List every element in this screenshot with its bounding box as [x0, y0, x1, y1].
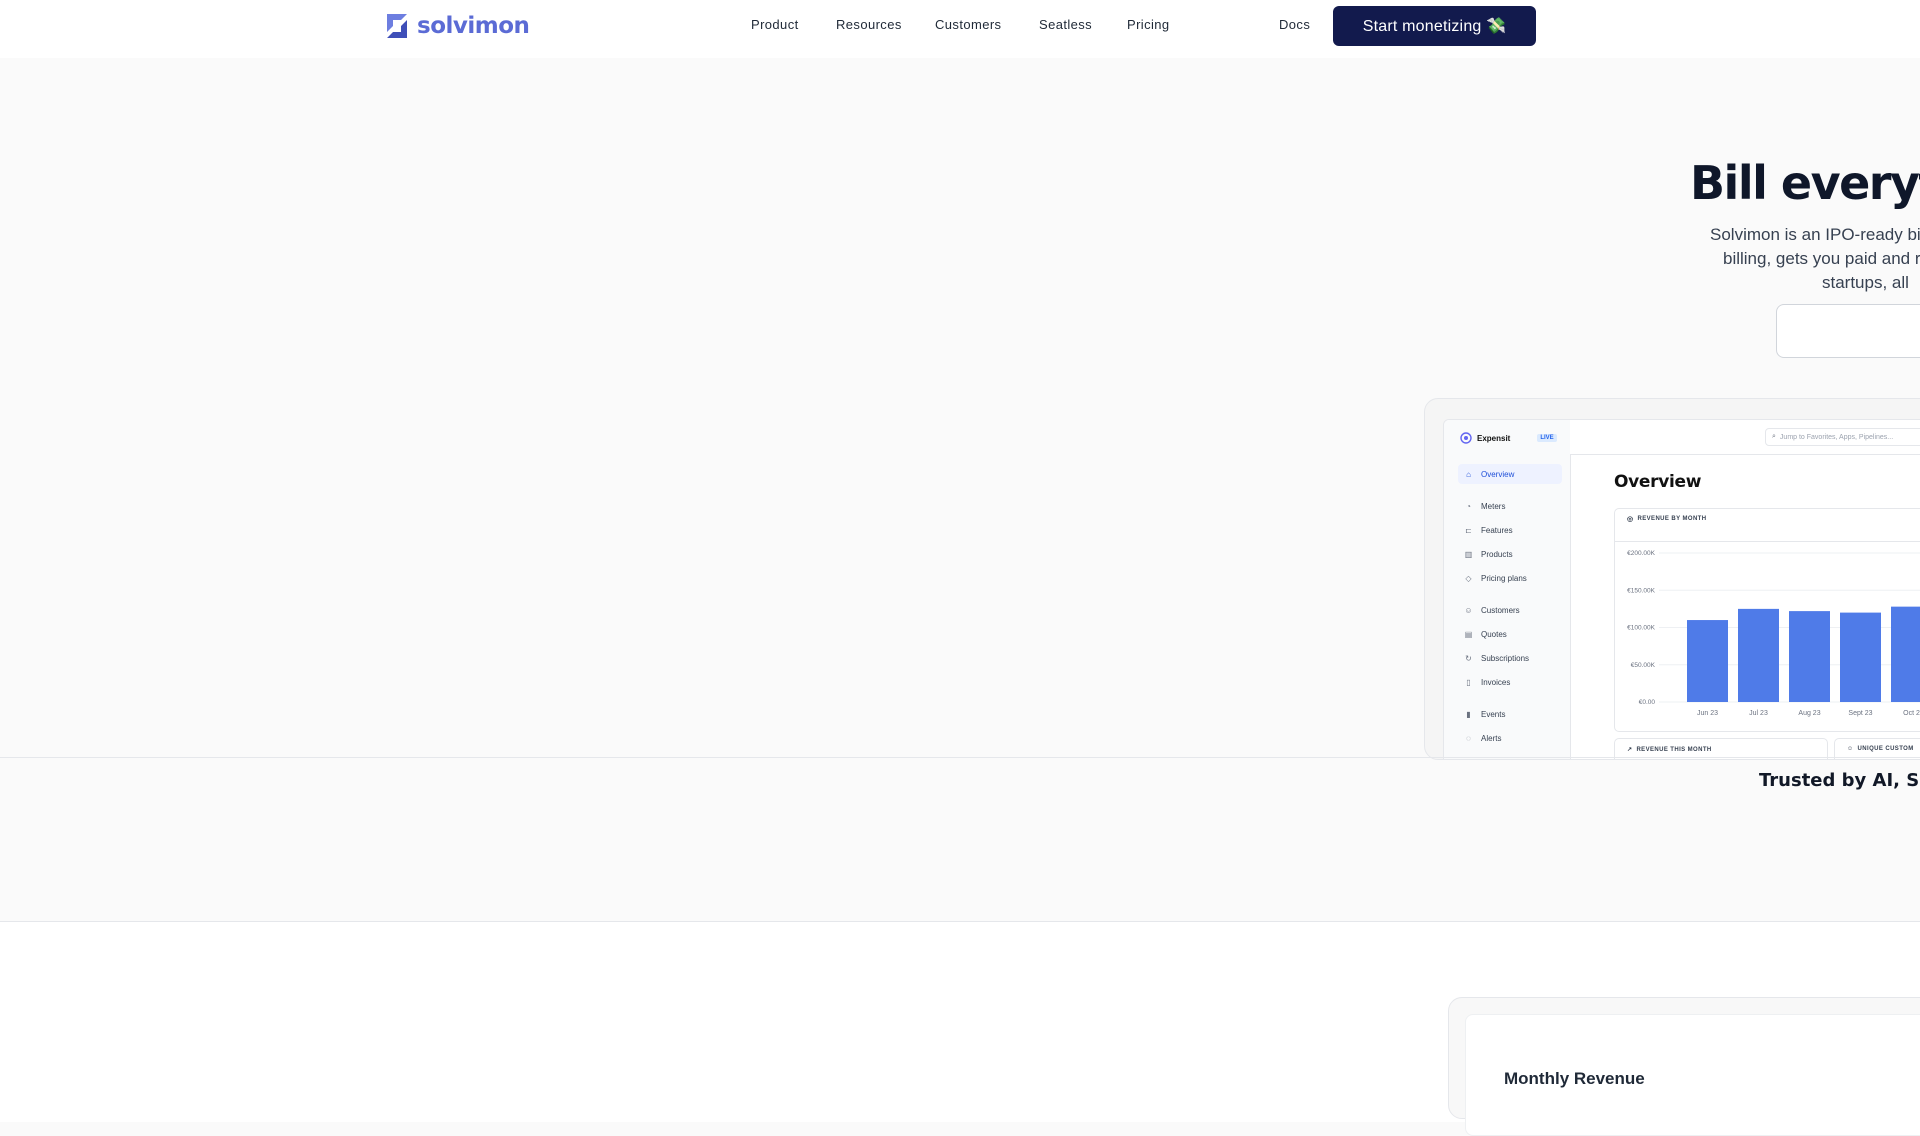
sidebar-item-label: Features: [1481, 525, 1513, 535]
sidebar-item-meters[interactable]: ◔ Meters: [1458, 496, 1562, 516]
start-monetizing-button[interactable]: Start monetizing 💸: [1333, 6, 1536, 46]
sidebar-item-label: Subscriptions: [1481, 653, 1530, 663]
hero-subtitle-line-3: startups, all: [1822, 273, 1909, 292]
sidebar-item-quotes[interactable]: ▤ Quotes: [1458, 624, 1562, 644]
tag-icon: ◇: [1465, 573, 1472, 583]
top-navigation: solvimon Product Resources Customers Sea…: [0, 0, 1920, 58]
bar-oct-2[interactable]: [1891, 606, 1920, 702]
gauge-icon: ◔: [1466, 501, 1471, 511]
app-search-input[interactable]: ⌕ Jump to Favorites, Apps, Pipelines...: [1765, 428, 1920, 446]
bar-sept-23[interactable]: [1840, 612, 1881, 702]
section-divider: [0, 757, 1920, 758]
mini-card-header: ☺ UNIQUE CUSTOM: [1847, 746, 1914, 752]
bar-chart-icon: ▮: [1466, 709, 1471, 719]
nav-link-docs[interactable]: Docs: [1279, 17, 1310, 32]
sidebar-item-features[interactable]: ⊏ Features: [1458, 520, 1562, 540]
sidebar-item-label: Products: [1481, 549, 1513, 559]
live-badge: LIVE: [1537, 434, 1557, 442]
barcode-icon: ▥: [1464, 549, 1473, 559]
x-tick-label: Jul 23: [1749, 710, 1768, 717]
monthly-revenue-panel: Monthly Revenue: [1465, 1014, 1920, 1136]
sidebar-item-products[interactable]: ▥ Products: [1458, 544, 1562, 564]
nav-link-pricing[interactable]: Pricing: [1127, 17, 1170, 32]
bar-aug-23[interactable]: [1789, 611, 1830, 702]
sidebar-item-alerts[interactable]: ◌ Alerts: [1458, 728, 1562, 748]
monthly-revenue-title: Monthly Revenue: [1504, 1069, 1645, 1088]
monthly-revenue-frame: Monthly Revenue: [1448, 997, 1920, 1136]
y-tick-label: €0.00: [1639, 699, 1656, 706]
mini-card-title: REVENUE THIS MONTH: [1636, 746, 1712, 753]
sidebar-item-subscriptions[interactable]: ↻ Subscriptions: [1458, 648, 1562, 668]
product-preview-frame: Expensit LIVE ⌂ Overview ◔ Meters ⊏ Feature…: [1424, 398, 1920, 760]
solvimon-logo-icon: [387, 14, 407, 38]
sidebar-item-customers[interactable]: ☺ Customers: [1458, 600, 1562, 620]
y-tick-label: €50.00K: [1631, 662, 1656, 669]
hero-email-input[interactable]: [1776, 304, 1920, 358]
trend-icon: ↗: [1627, 747, 1633, 753]
mini-card-title: UNIQUE CUSTOM: [1857, 746, 1914, 752]
search-icon: ⌕: [1772, 433, 1776, 440]
workspace-switcher[interactable]: Expensit LIVE: [1460, 432, 1557, 444]
toggle-icon: ⊏: [1465, 525, 1472, 535]
quote-icon: ▤: [1464, 629, 1473, 639]
bar-jul-23[interactable]: [1738, 608, 1779, 702]
users-icon: ☺: [1847, 746, 1854, 752]
workspace-name: Expensit: [1477, 433, 1511, 443]
revenue-chart: €200.00K €150.00K €100.00K €50.00K €0.00 Jun …: [1627, 550, 1920, 717]
brand-logo[interactable]: solvimon: [383, 11, 530, 41]
users-icon: ☺: [1464, 605, 1473, 615]
app-sidebar: Expensit LIVE ⌂ Overview ◔ Meters ⊏ Feature…: [1444, 420, 1571, 759]
search-placeholder: Jump to Favorites, Apps, Pipelines...: [1779, 433, 1894, 441]
nav-link-seatless[interactable]: Seatless: [1039, 17, 1092, 32]
sidebar-item-invoices[interactable]: ▯ Invoices: [1458, 672, 1562, 692]
revenue-by-month-card: ◎ REVENUE BY MONTH €200.00K €150.00K €100.…: [1614, 508, 1920, 732]
x-tick-label: Sept 23: [1848, 710, 1872, 717]
sidebar-item-label: Invoices: [1481, 677, 1511, 687]
bell-icon: ◌: [1466, 733, 1471, 743]
brand-name: solvimon: [417, 13, 530, 39]
trusted-by-heading: Trusted by AI, Saa: [1759, 770, 1920, 791]
sidebar-item-label: Pricing plans: [1481, 573, 1527, 583]
home-icon: ⌂: [1466, 469, 1471, 479]
overview-title: Overview: [1614, 472, 1702, 492]
sidebar-item-label: Customers: [1481, 605, 1520, 615]
x-tick-label: Aug 23: [1798, 710, 1820, 717]
x-tick-label: Oct 2: [1903, 710, 1920, 717]
workspace-logo-icon: [1460, 432, 1472, 444]
sidebar-item-label: Alerts: [1481, 733, 1502, 743]
app-topbar: ⌕ Jump to Favorites, Apps, Pipelines...: [1570, 420, 1920, 455]
nav-link-customers[interactable]: Customers: [935, 17, 1001, 32]
mini-card-header: ↗ REVENUE THIS MONTH: [1627, 746, 1712, 754]
nav-link-product[interactable]: Product: [751, 17, 799, 32]
refresh-icon: ↻: [1465, 653, 1472, 663]
sidebar-item-events[interactable]: ▮ Events: [1458, 704, 1562, 724]
y-tick-label: €150.00K: [1627, 587, 1655, 594]
hero-title: Bill everyth: [1690, 156, 1920, 210]
hero-subtitle-line-2: billing, gets you paid and r: [1723, 249, 1920, 268]
sidebar-item-label: Quotes: [1481, 629, 1507, 639]
sidebar-item-overview[interactable]: ⌂ Overview: [1458, 464, 1562, 484]
sidebar-item-label: Meters: [1481, 501, 1506, 511]
bar-jun-23[interactable]: [1687, 620, 1728, 702]
x-tick-label: Jun 23: [1697, 710, 1718, 717]
sidebar-item-label: Overview: [1481, 469, 1515, 479]
y-tick-label: €200.00K: [1627, 550, 1655, 557]
nav-link-resources[interactable]: Resources: [836, 17, 902, 32]
y-tick-label: €100.00K: [1627, 625, 1655, 632]
sidebar-item-pricing-plans[interactable]: ◇ Pricing plans: [1458, 568, 1562, 588]
app-window: Expensit LIVE ⌂ Overview ◔ Meters ⊏ Feature…: [1443, 419, 1920, 759]
sidebar-item-label: Events: [1481, 709, 1506, 719]
hero-subtitle-line-1: Solvimon is an IPO-ready bil: [1710, 225, 1920, 244]
file-icon: ▯: [1466, 677, 1471, 687]
